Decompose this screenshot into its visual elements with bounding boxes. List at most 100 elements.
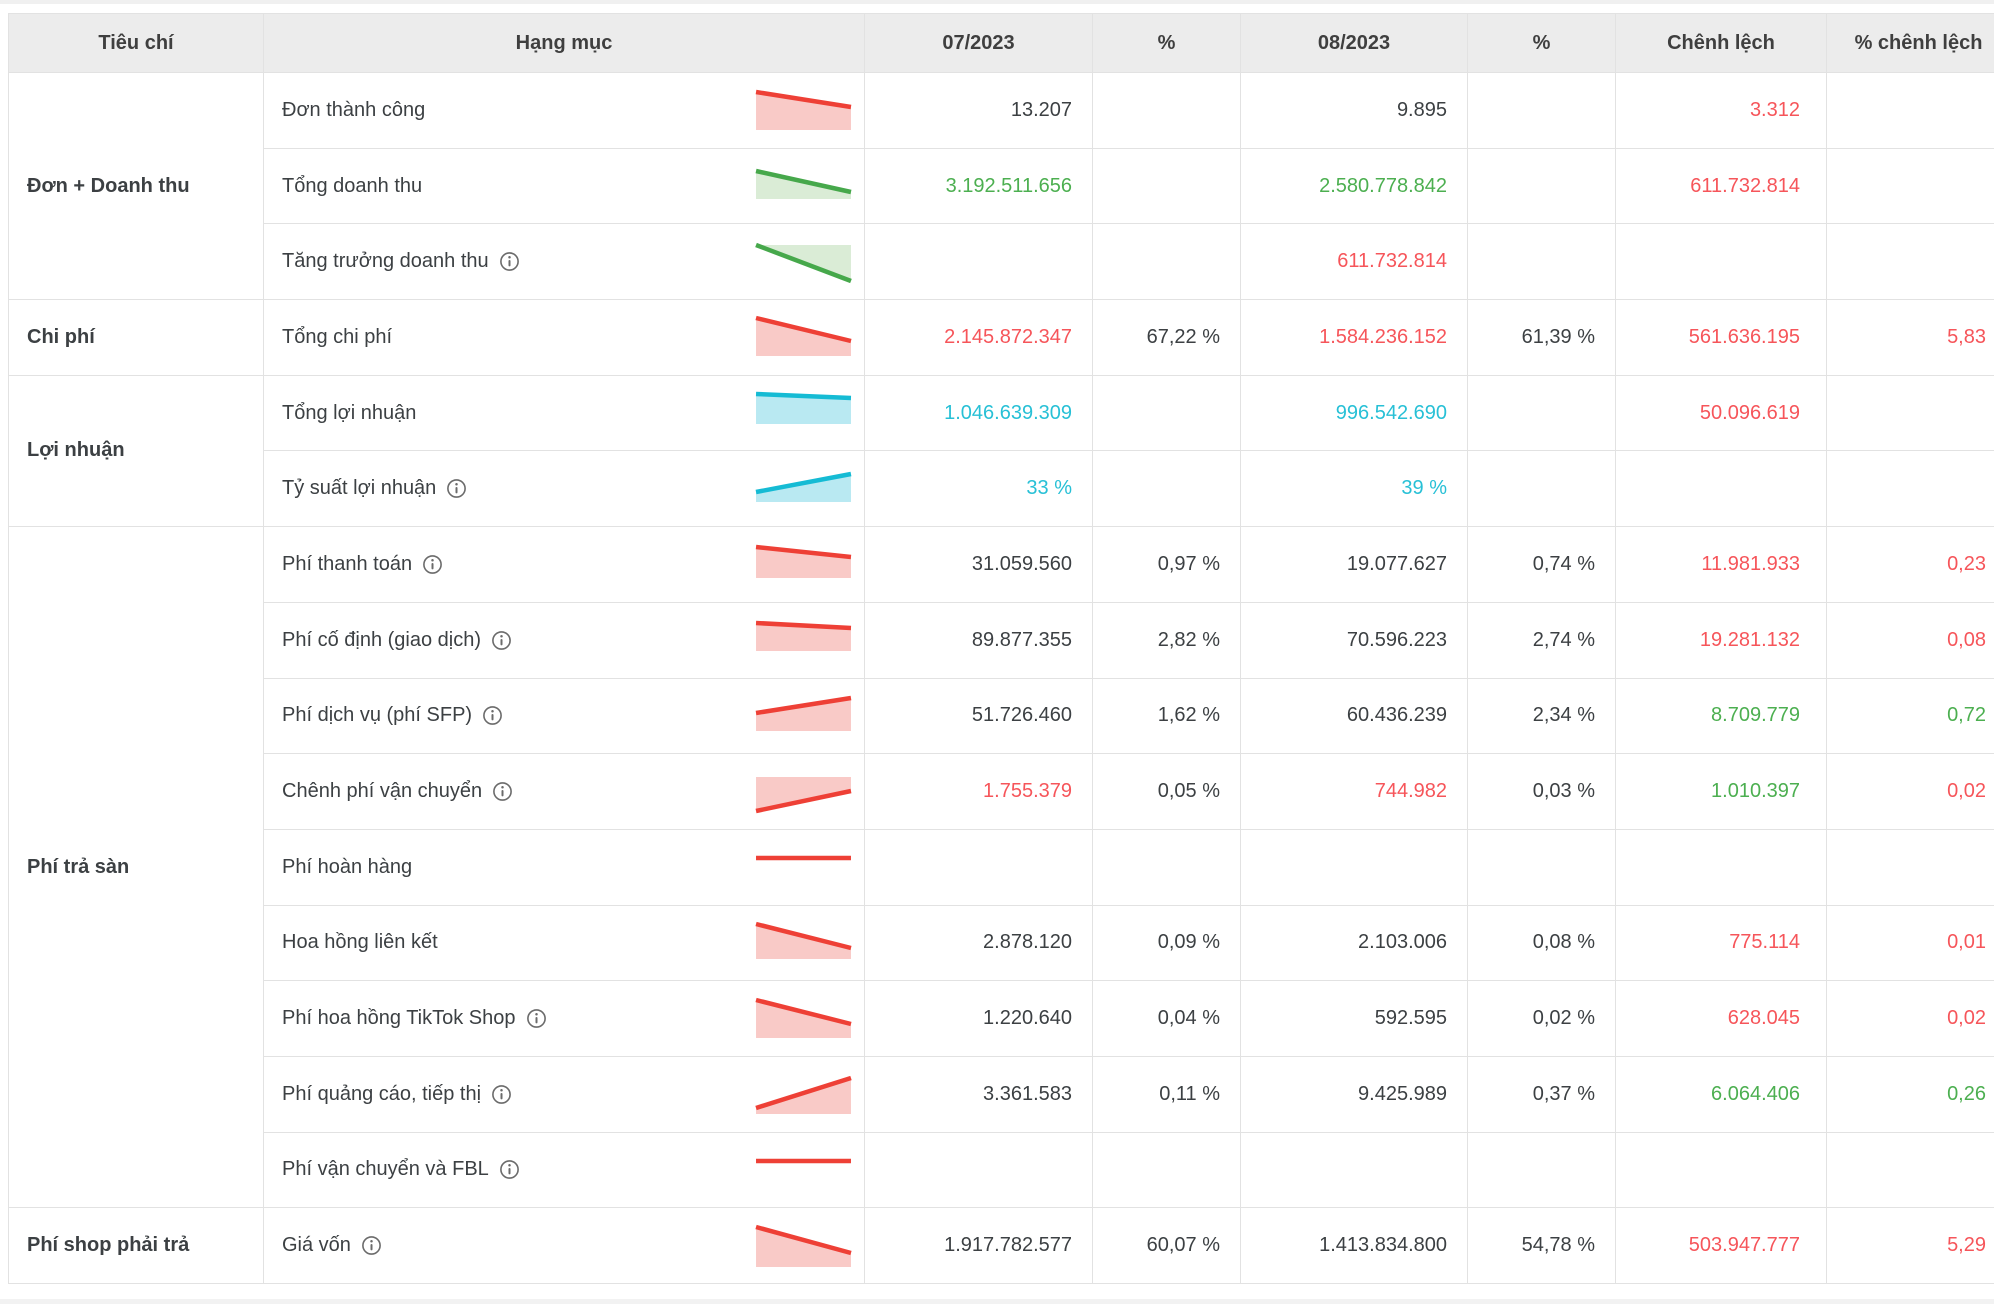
value-cell — [865, 829, 1093, 905]
info-icon[interactable] — [422, 554, 443, 575]
item-cell: Tỷ suất lợi nhuận — [264, 451, 865, 527]
table-row: Tăng trưởng doanh thu 611.732.814 — [9, 224, 1994, 300]
value-cell: 561.636.195 — [1616, 300, 1827, 376]
value-cell: 1.755.379 — [865, 754, 1093, 830]
value-cell: 0,74 % — [1468, 527, 1616, 603]
value-cell: 611.732.814 — [1241, 224, 1468, 300]
value-cell: 0,23 — [1827, 527, 1994, 603]
table-row: Hoa hồng liên kết2.878.1200,09 %2.103.00… — [9, 905, 1994, 981]
value-cell: 1.917.782.577 — [865, 1208, 1093, 1284]
value-cell: 2.878.120 — [865, 905, 1093, 981]
value-cell — [1093, 451, 1241, 527]
item-label: Giá vốn — [282, 1234, 351, 1257]
value-cell — [1827, 375, 1994, 451]
value-cell: 0,02 — [1827, 981, 1994, 1057]
value-cell: 744.982 — [1241, 754, 1468, 830]
info-icon-wrap[interactable] — [482, 705, 503, 726]
value-cell: 0,02 % — [1468, 981, 1616, 1057]
item-inner: Tăng trưởng doanh thu — [282, 239, 864, 285]
value-cell: 19.281.132 — [1616, 602, 1827, 678]
table-row: Phí quảng cáo, tiếp thị3.361.5830,11 %9.… — [9, 1056, 1994, 1132]
group-cell: Lợi nhuận — [9, 375, 264, 526]
value-cell: 2,74 % — [1468, 602, 1616, 678]
value-cell: 0,02 — [1827, 754, 1994, 830]
value-cell: 13.207 — [865, 73, 1093, 149]
info-icon[interactable] — [491, 1084, 512, 1105]
item-label: Phí thanh toán — [282, 553, 412, 576]
value-cell — [1468, 148, 1616, 224]
value-cell — [1827, 1132, 1994, 1208]
info-icon[interactable] — [491, 630, 512, 651]
sparkline-chart — [755, 920, 852, 966]
item-inner: Phí dịch vụ (phí SFP) — [282, 693, 864, 739]
info-icon[interactable] — [499, 251, 520, 272]
item-inner: Phí thanh toán — [282, 541, 864, 587]
value-cell: 592.595 — [1241, 981, 1468, 1057]
item-label: Tổng doanh thu — [282, 175, 422, 198]
value-cell: 54,78 % — [1468, 1208, 1616, 1284]
value-cell: 11.981.933 — [1616, 527, 1827, 603]
item-inner: Phí hoàn hàng — [282, 844, 864, 890]
value-cell: 3.192.511.656 — [865, 148, 1093, 224]
item-cell: Hoa hồng liên kết — [264, 905, 865, 981]
value-cell: 503.947.777 — [1616, 1208, 1827, 1284]
table-row: Phí hoàn hàng — [9, 829, 1994, 905]
value-cell — [1468, 451, 1616, 527]
info-icon-wrap[interactable] — [491, 630, 512, 651]
value-cell: 5,83 — [1827, 300, 1994, 376]
value-cell: 0,37 % — [1468, 1056, 1616, 1132]
item-cell: Phí cố định (giao dịch) — [264, 602, 865, 678]
info-icon[interactable] — [361, 1235, 382, 1256]
info-icon-wrap[interactable] — [446, 478, 467, 499]
sparkline-chart — [755, 87, 852, 133]
group-cell: Phí trả sàn — [9, 527, 264, 1208]
value-cell — [1093, 73, 1241, 149]
column-header-pct-chenh-lech: % chênh lệch — [1827, 14, 1994, 73]
item-label: Chênh phí vận chuyển — [282, 780, 482, 803]
info-icon-wrap[interactable] — [526, 1008, 547, 1029]
value-cell — [1827, 148, 1994, 224]
info-icon[interactable] — [492, 781, 513, 802]
header-row: Tiêu chí Hạng mục 07/2023 % 08/2023 % Ch… — [9, 14, 1994, 73]
item-cell: Giá vốn — [264, 1208, 865, 1284]
item-inner: Hoa hồng liên kết — [282, 920, 864, 966]
info-icon[interactable] — [499, 1159, 520, 1180]
value-cell — [1827, 451, 1994, 527]
value-cell: 0,97 % — [1093, 527, 1241, 603]
value-cell: 51.726.460 — [865, 678, 1093, 754]
item-cell: Đơn thành công — [264, 73, 865, 149]
value-cell: 31.059.560 — [865, 527, 1093, 603]
sparkline-chart — [755, 1147, 852, 1193]
info-icon-wrap[interactable] — [361, 1235, 382, 1256]
info-icon[interactable] — [482, 705, 503, 726]
item-cell: Tăng trưởng doanh thu — [264, 224, 865, 300]
item-cell: Phí dịch vụ (phí SFP) — [264, 678, 865, 754]
value-cell: 5,29 — [1827, 1208, 1994, 1284]
value-cell — [1616, 451, 1827, 527]
column-header-08-2023: 08/2023 — [1241, 14, 1468, 73]
info-icon-wrap[interactable] — [499, 1159, 520, 1180]
value-cell: 0,05 % — [1093, 754, 1241, 830]
sparkline-chart — [755, 693, 852, 739]
item-label: Tỷ suất lợi nhuận — [282, 477, 436, 500]
item-inner: Tổng lợi nhuận — [282, 390, 864, 436]
table-row: Phí dịch vụ (phí SFP)51.726.4601,62 %60.… — [9, 678, 1994, 754]
table-row: Đơn + Doanh thuĐơn thành công13.2079.895… — [9, 73, 1994, 149]
page-bottom-strip — [0, 1299, 1994, 1304]
info-icon[interactable] — [526, 1008, 547, 1029]
info-icon[interactable] — [446, 478, 467, 499]
info-icon-wrap[interactable] — [491, 1084, 512, 1105]
value-cell — [1468, 829, 1616, 905]
value-cell: 775.114 — [1616, 905, 1827, 981]
table-row: Chi phíTổng chi phí2.145.872.34767,22 %1… — [9, 300, 1994, 376]
item-inner: Tổng doanh thu — [282, 163, 864, 209]
item-inner: Tỷ suất lợi nhuận — [282, 466, 864, 512]
info-icon-wrap[interactable] — [499, 251, 520, 272]
info-icon-wrap[interactable] — [422, 554, 443, 575]
table-row: Phí trả sànPhí thanh toán31.059.5600,97 … — [9, 527, 1994, 603]
value-cell: 628.045 — [1616, 981, 1827, 1057]
info-icon-wrap[interactable] — [492, 781, 513, 802]
value-cell — [1093, 224, 1241, 300]
value-cell: 0,11 % — [1093, 1056, 1241, 1132]
value-cell — [1241, 1132, 1468, 1208]
